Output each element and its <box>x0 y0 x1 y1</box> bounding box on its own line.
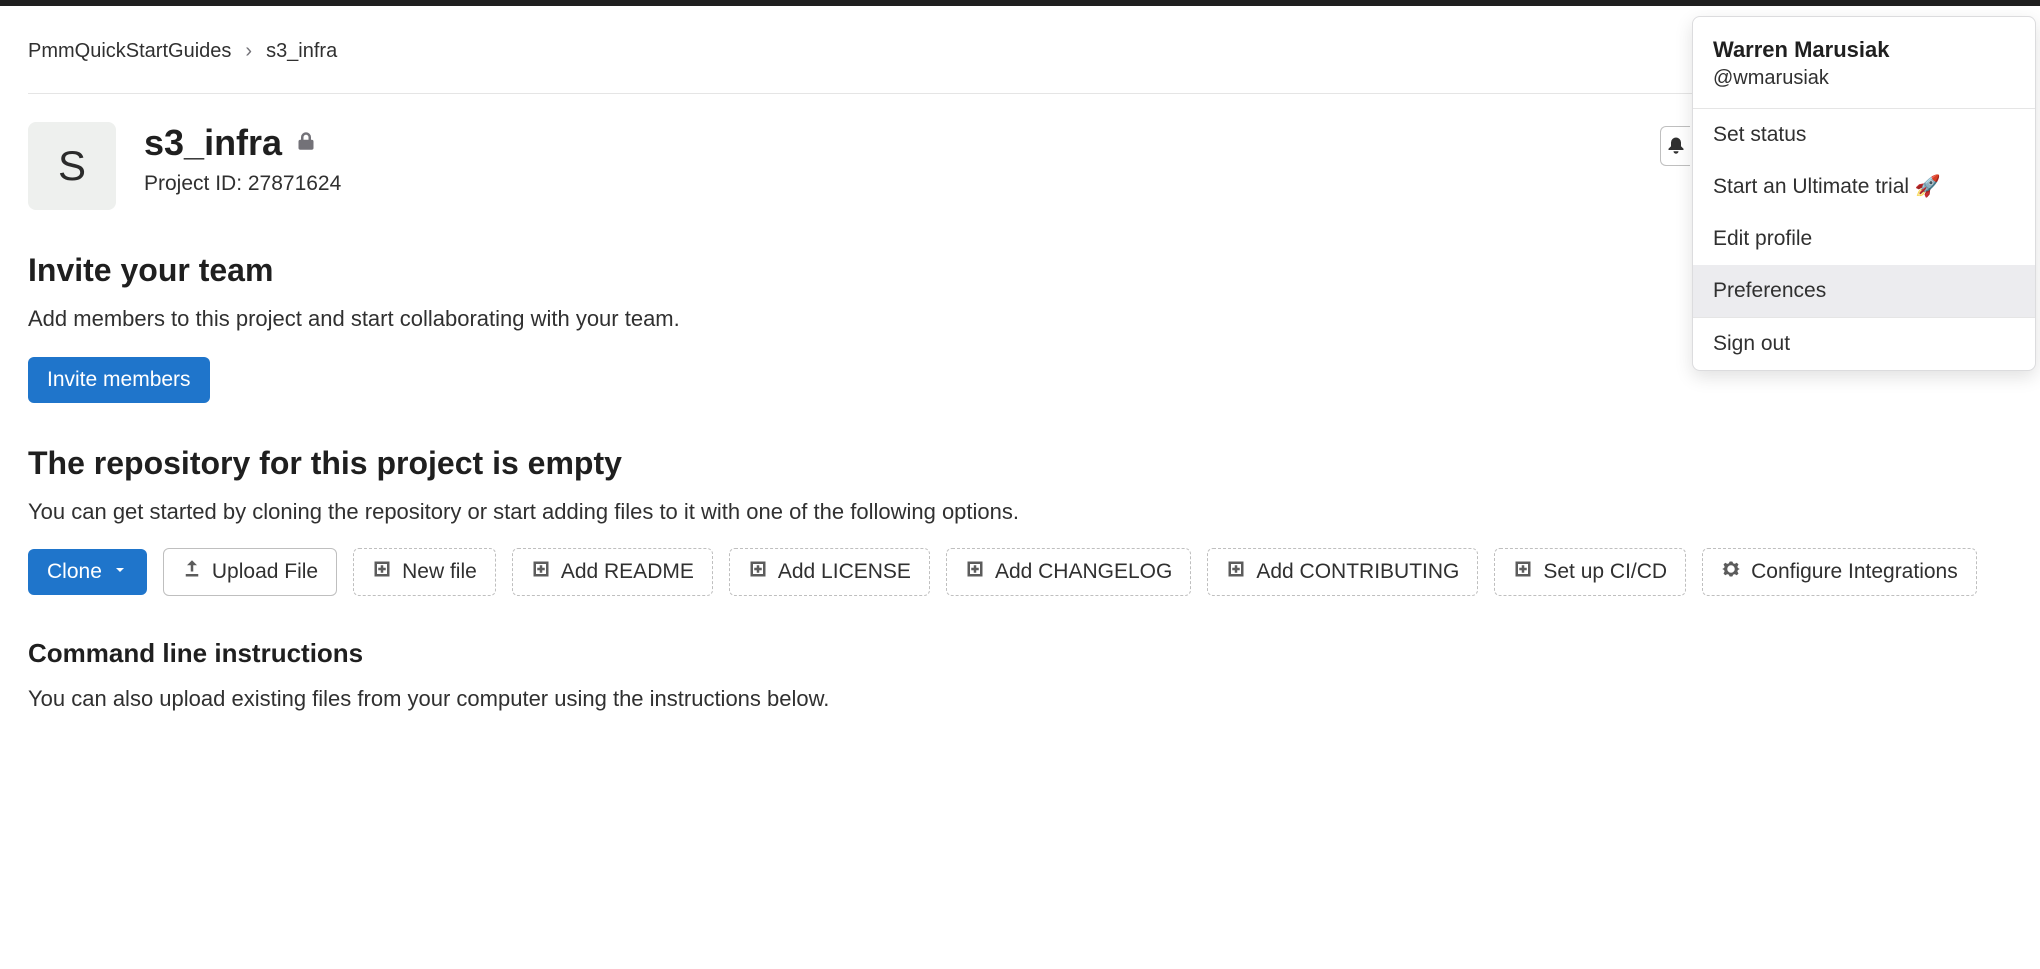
upload-file-button[interactable]: Upload File <box>163 548 337 596</box>
plus-box-icon <box>965 559 985 585</box>
configure-integrations-label: Configure Integrations <box>1751 560 1958 584</box>
upload-icon <box>182 559 202 585</box>
user-name: Warren Marusiak <box>1713 37 2015 63</box>
notification-button[interactable] <box>1660 126 1690 166</box>
add-contributing-label: Add CONTRIBUTING <box>1256 560 1459 584</box>
empty-repo-heading: The repository for this project is empty <box>28 445 2012 482</box>
bell-icon <box>1666 135 1686 158</box>
menu-set-status[interactable]: Set status <box>1693 109 2035 161</box>
upload-file-label: Upload File <box>212 560 318 584</box>
menu-start-trial[interactable]: Start an Ultimate trial 🚀 <box>1693 161 2035 213</box>
lock-icon <box>296 130 316 157</box>
plus-box-icon <box>1513 559 1533 585</box>
new-file-button[interactable]: New file <box>353 548 496 596</box>
project-avatar: S <box>28 122 116 210</box>
plus-box-icon <box>372 559 392 585</box>
user-menu-header: Warren Marusiak @wmarusiak <box>1693 17 2035 109</box>
cli-heading: Command line instructions <box>28 638 2012 669</box>
add-readme-button[interactable]: Add README <box>512 548 713 596</box>
invite-members-button[interactable]: Invite members <box>28 357 210 403</box>
add-license-label: Add LICENSE <box>778 560 911 584</box>
setup-cicd-button[interactable]: Set up CI/CD <box>1494 548 1686 596</box>
configure-integrations-button[interactable]: Configure Integrations <box>1702 548 1977 596</box>
gear-icon <box>1721 559 1741 585</box>
menu-edit-profile[interactable]: Edit profile <box>1693 213 2035 265</box>
menu-sign-out[interactable]: Sign out <box>1693 318 2035 370</box>
empty-repo-body: You can get started by cloning the repos… <box>28 496 2012 528</box>
cli-body: You can also upload existing files from … <box>28 683 2012 715</box>
plus-box-icon <box>531 559 551 585</box>
menu-preferences[interactable]: Preferences <box>1693 265 2035 317</box>
plus-box-icon <box>748 559 768 585</box>
add-contributing-button[interactable]: Add CONTRIBUTING <box>1207 548 1478 596</box>
clone-label: Clone <box>47 560 102 584</box>
breadcrumb-root[interactable]: PmmQuickStartGuides <box>28 40 231 63</box>
add-changelog-label: Add CHANGELOG <box>995 560 1172 584</box>
setup-cicd-label: Set up CI/CD <box>1543 560 1667 584</box>
page-content: PmmQuickStartGuides › s3_infra S s3_infr… <box>0 6 2040 755</box>
breadcrumb-separator: › <box>245 40 252 63</box>
add-changelog-button[interactable]: Add CHANGELOG <box>946 548 1191 596</box>
add-readme-label: Add README <box>561 560 694 584</box>
project-id: Project ID: 27871624 <box>144 172 341 196</box>
chevron-down-icon <box>112 560 128 584</box>
user-handle: @wmarusiak <box>1713 67 2015 90</box>
breadcrumb-current[interactable]: s3_infra <box>266 40 337 63</box>
plus-box-icon <box>1226 559 1246 585</box>
user-menu: Warren Marusiak @wmarusiak Set status St… <box>1692 16 2036 371</box>
clone-button[interactable]: Clone <box>28 549 147 595</box>
add-license-button[interactable]: Add LICENSE <box>729 548 930 596</box>
new-file-label: New file <box>402 560 477 584</box>
project-title: s3_infra <box>144 122 282 164</box>
repo-actions: Clone Upload File New file Add README <box>28 548 2012 596</box>
